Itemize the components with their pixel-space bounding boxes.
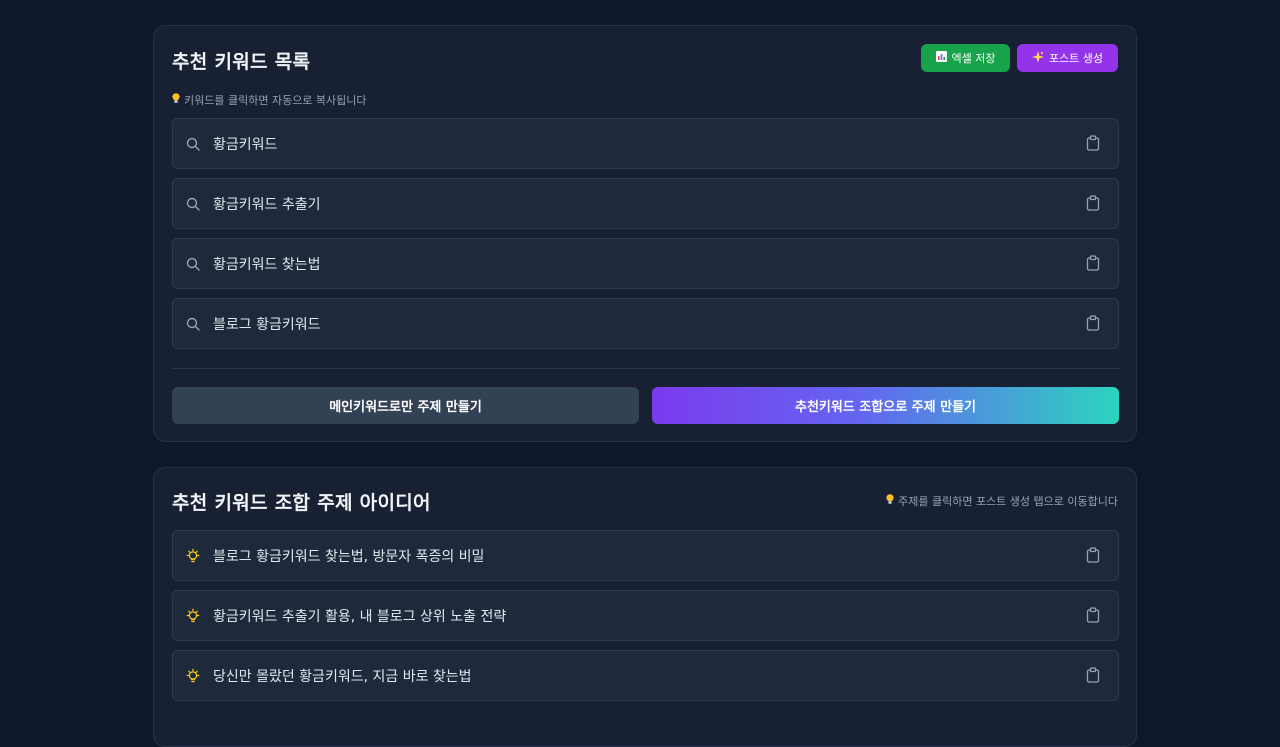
keyword-item[interactable]: 황금키워드 찾는법 [172,238,1119,289]
search-icon [173,317,213,331]
topic-hint-text: 주제를 클릭하면 포스트 생성 탭으로 이동합니다 [898,495,1118,508]
search-icon [173,137,213,151]
keyword-item[interactable]: 황금키워드 [172,118,1119,169]
copy-hint-text: 키워드를 클릭하면 자동으로 복사됩니다 [184,94,367,107]
search-icon [173,257,213,271]
search-icon [173,197,213,211]
keyword-actions: 엑셀 저장 포스트 생성 [921,44,1118,72]
lightbulb-icon [173,548,213,564]
lightbulb-icon [173,608,213,624]
clipboard-icon[interactable] [1086,315,1100,331]
keyword-list: 황금키워드 황금키워드 추출기 황금키워드 찾는법 블로그 황금키워드 [172,118,1119,358]
topic-generation-buttons: 메인키워드로만 주제 만들기 추천키워드 조합으로 주제 만들기 [172,387,1119,424]
lightbulb-icon [172,93,180,107]
keyword-text: 황금키워드 추출기 [213,196,321,213]
lightbulb-icon [173,668,213,684]
copy-hint: 키워드를 클릭하면 자동으로 복사됩니다 [172,92,367,108]
combo-keyword-topic-button[interactable]: 추천키워드 조합으로 주제 만들기 [652,387,1119,424]
topic-text: 당신만 몰랐던 황금키워드, 지금 바로 찾는법 [213,668,472,685]
keyword-text: 황금키워드 [213,136,278,153]
keyword-item[interactable]: 황금키워드 추출기 [172,178,1119,229]
topic-list: 블로그 황금키워드 찾는법, 방문자 폭증의 비밀 황금키워드 추출기 활용, … [172,530,1119,710]
keyword-text: 황금키워드 찾는법 [213,256,321,273]
create-post-label: 포스트 생성 [1048,52,1104,65]
keyword-list-title: 추천 키워드 목록 [172,51,311,73]
clipboard-icon[interactable] [1086,547,1100,563]
keyword-item[interactable]: 블로그 황금키워드 [172,298,1119,349]
bar-chart-icon [935,51,947,65]
clipboard-icon[interactable] [1086,135,1100,151]
divider [172,368,1119,369]
clipboard-icon[interactable] [1086,255,1100,271]
excel-save-button[interactable]: 엑셀 저장 [921,44,1010,72]
topic-ideas-card: 추천 키워드 조합 주제 아이디어 주제를 클릭하면 포스트 생성 탭으로 이동… [153,467,1137,747]
topic-item[interactable]: 당신만 몰랐던 황금키워드, 지금 바로 찾는법 [172,650,1119,701]
excel-save-label: 엑셀 저장 [951,52,996,65]
topic-text: 블로그 황금키워드 찾는법, 방문자 폭증의 비밀 [213,548,485,565]
clipboard-icon[interactable] [1086,195,1100,211]
topic-ideas-title: 추천 키워드 조합 주제 아이디어 [172,492,431,514]
keyword-list-card: 추천 키워드 목록 엑셀 저장 포스트 생성 키워드를 클릭하면 자동으로 복사… [153,25,1137,442]
topic-text: 황금키워드 추출기 활용, 내 블로그 상위 노출 전략 [213,608,507,625]
create-post-button[interactable]: 포스트 생성 [1017,44,1118,72]
lightbulb-icon [886,494,894,508]
clipboard-icon[interactable] [1086,667,1100,683]
main-keyword-topic-button[interactable]: 메인키워드로만 주제 만들기 [172,387,639,424]
clipboard-icon[interactable] [1086,607,1100,623]
topic-item[interactable]: 블로그 황금키워드 찾는법, 방문자 폭증의 비밀 [172,530,1119,581]
topic-item[interactable]: 황금키워드 추출기 활용, 내 블로그 상위 노출 전략 [172,590,1119,641]
keyword-text: 블로그 황금키워드 [213,316,321,333]
topic-hint: 주제를 클릭하면 포스트 생성 탭으로 이동합니다 [886,493,1118,509]
sparkle-icon [1031,50,1044,66]
